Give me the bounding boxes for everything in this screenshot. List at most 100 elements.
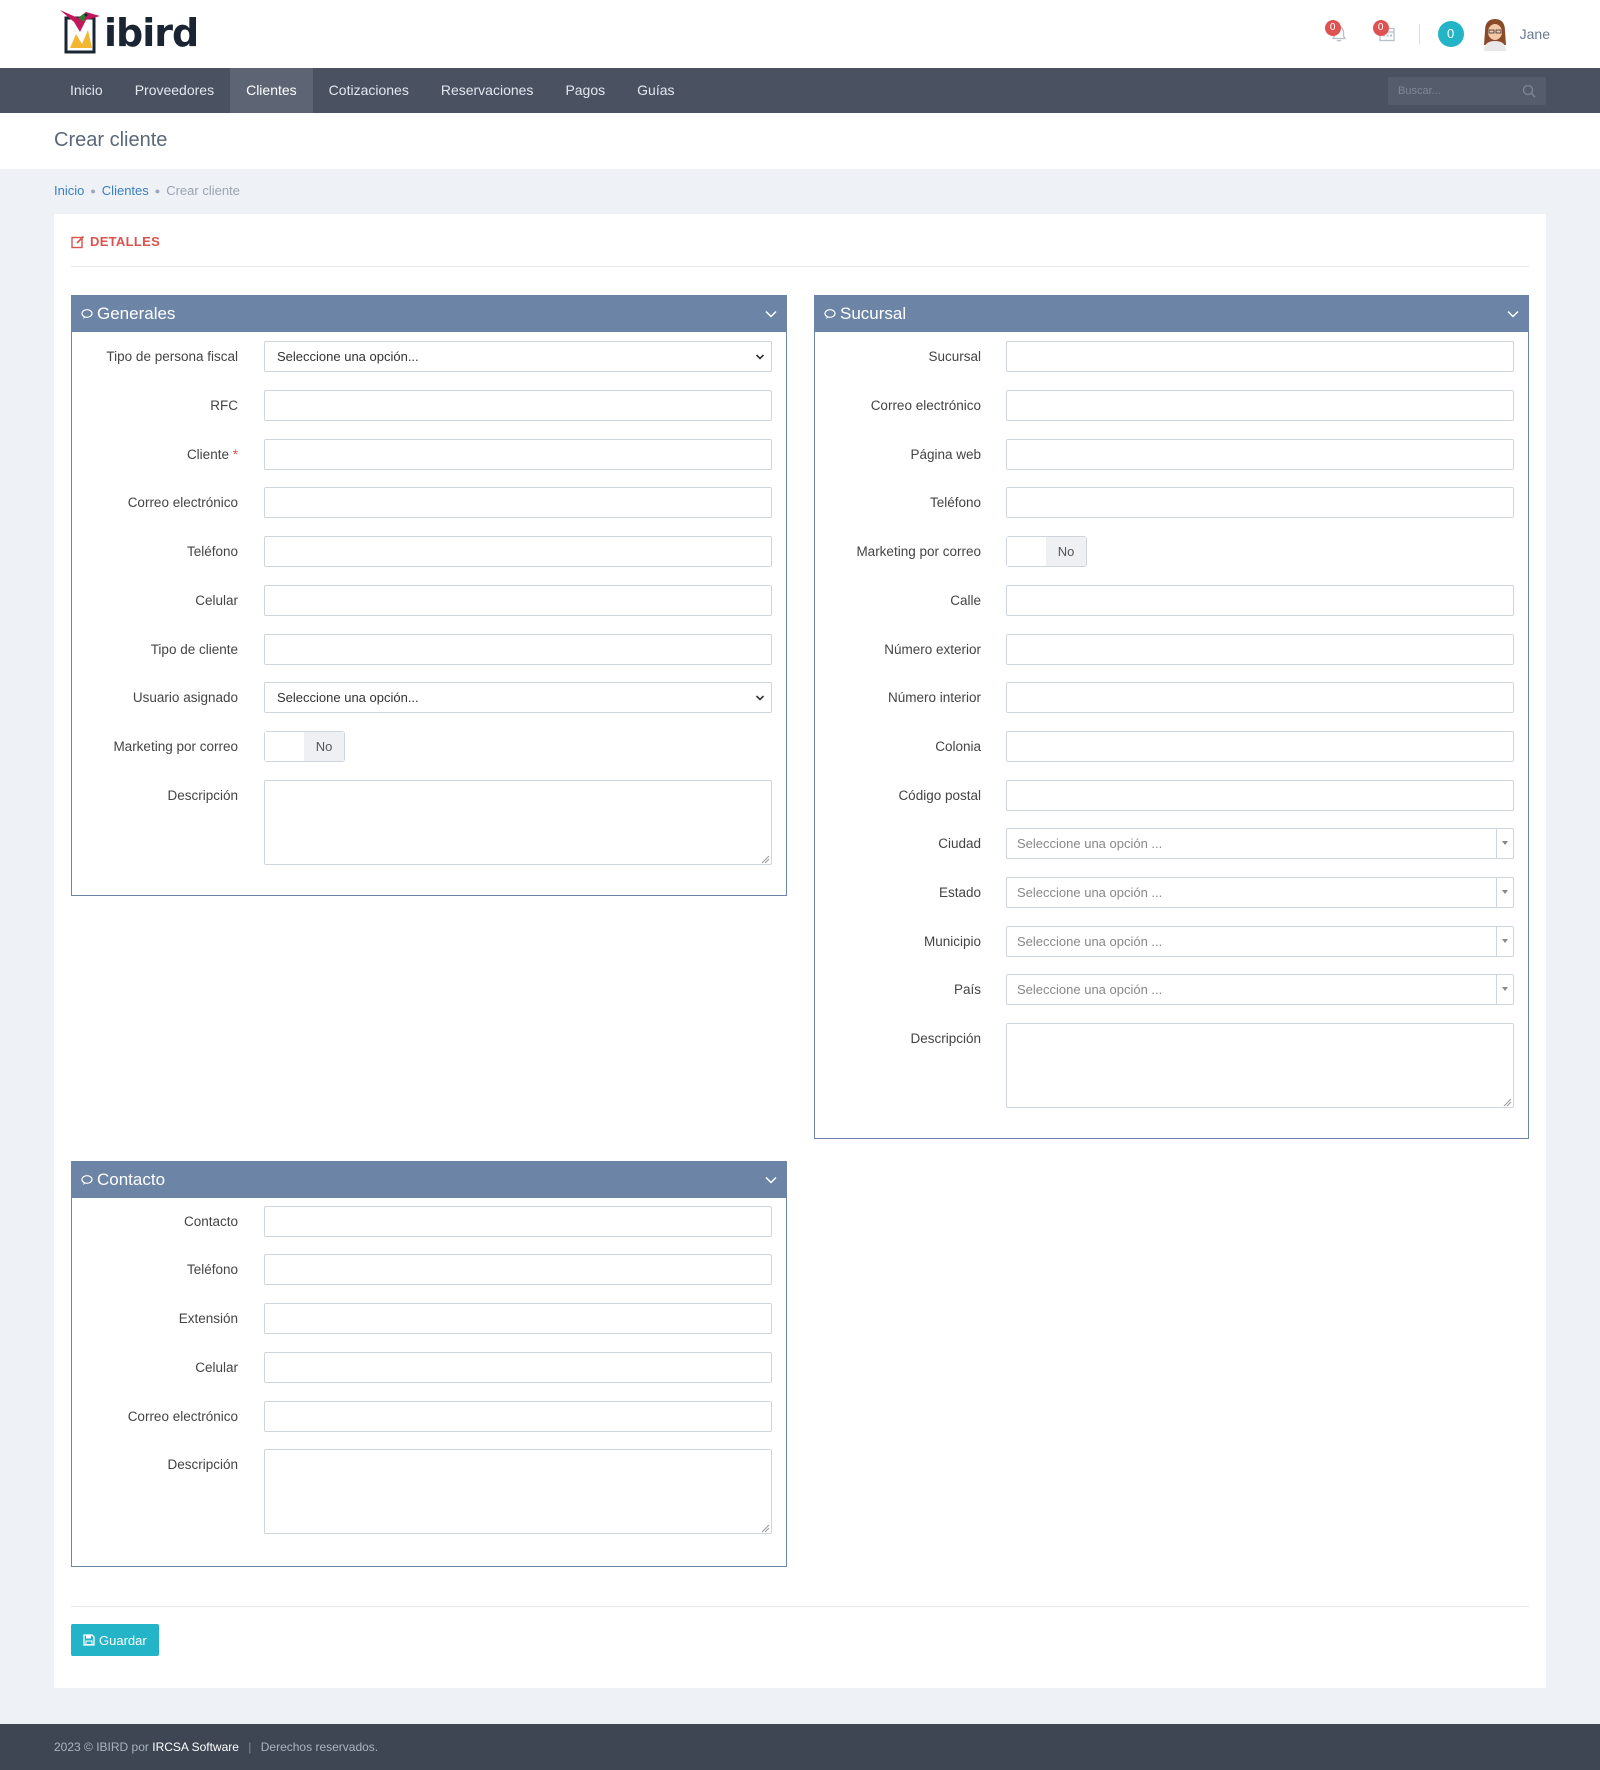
pagina-web-input[interactable] <box>1006 439 1514 470</box>
numero-interior-input[interactable] <box>1006 682 1514 713</box>
ciudad-label: Ciudad <box>938 836 981 851</box>
numero-exterior-input[interactable] <box>1006 634 1514 665</box>
cliente-input[interactable] <box>264 439 772 470</box>
ciudad-placeholder: Seleccione una opción ... <box>1017 836 1163 851</box>
sucursal-panel-title: Sucursal <box>840 304 907 323</box>
descripcion-label: Descripción <box>167 788 238 803</box>
nav-item-clientes[interactable]: Clientes <box>230 68 313 113</box>
usuario-selected: Seleccione una opción... <box>277 690 419 705</box>
nav-item-guias[interactable]: Guías <box>621 68 690 113</box>
sucursal-marketing-toggle[interactable]: No <box>1006 536 1087 567</box>
section-header: DETALLES <box>71 234 160 249</box>
footer: 2023 © IBIRD por IRCSA Software | Derech… <box>0 1724 1600 1770</box>
resize-handle-icon[interactable] <box>761 1524 770 1533</box>
contacto-label: Contacto <box>183 1214 238 1229</box>
form-row: Descripción <box>72 780 786 866</box>
form-row: Descripción <box>72 1449 786 1535</box>
chevron-down-icon[interactable] <box>764 307 778 321</box>
breadcrumb-inicio[interactable]: Inicio <box>54 183 84 198</box>
estado-label: Estado <box>938 885 981 900</box>
avatar[interactable] <box>1480 17 1510 51</box>
sucursal-correo-input[interactable] <box>1006 390 1514 421</box>
resize-handle-icon[interactable] <box>1503 1098 1512 1107</box>
municipio-select[interactable]: Seleccione una opción ... <box>1006 926 1514 957</box>
contacto-panel-title: Contacto <box>97 1170 166 1189</box>
telefono-label: Teléfono <box>186 544 238 559</box>
codigo-postal-input[interactable] <box>1006 780 1514 811</box>
pagina-web-label: Página web <box>910 447 981 462</box>
celular-input[interactable] <box>264 585 772 616</box>
resize-handle-icon[interactable] <box>761 855 770 864</box>
username[interactable]: Jane <box>1520 26 1550 42</box>
footer-brand-link[interactable]: IRCSA Software <box>152 1740 239 1754</box>
form-row: Calle <box>815 585 1528 617</box>
tipo-cliente-label: Tipo de cliente <box>150 642 238 657</box>
estado-select[interactable]: Seleccione una opción ... <box>1006 877 1514 908</box>
tipo-persona-select[interactable]: Seleccione una opción... <box>264 341 772 372</box>
breadcrumb-current: Crear cliente <box>166 183 240 198</box>
save-button-label: Guardar <box>99 1632 147 1648</box>
pais-select[interactable]: Seleccione una opción ... <box>1006 974 1514 1005</box>
breadcrumb-clientes[interactable]: Clientes <box>102 183 149 198</box>
logo[interactable]: ibird <box>56 4 199 56</box>
extension-input[interactable] <box>264 1303 772 1334</box>
required-marker: * <box>232 447 238 462</box>
sucursal-panel: Sucursal Sucursal Correo electrónico Pág… <box>814 295 1529 1139</box>
numero-interior-label: Número interior <box>887 690 981 705</box>
colonia-input[interactable] <box>1006 731 1514 762</box>
calle-input[interactable] <box>1006 585 1514 616</box>
logo-text: ibird <box>104 11 199 55</box>
sucursal-descripcion-textarea[interactable] <box>1006 1023 1514 1108</box>
form-row: Estado Seleccione una opción ... <box>815 877 1528 909</box>
correo-input[interactable] <box>264 487 772 518</box>
form-row: Marketing por correo No <box>72 731 786 763</box>
marketing-toggle[interactable]: No <box>264 731 345 762</box>
contacto-input[interactable] <box>264 1206 772 1237</box>
nav-item-inicio[interactable]: Inicio <box>54 68 119 113</box>
contacto-celular-input[interactable] <box>264 1352 772 1383</box>
search-input[interactable] <box>1388 77 1508 105</box>
form-row: Correo electrónico <box>72 1401 786 1433</box>
chevron-down-icon <box>755 695 765 701</box>
notifications-button[interactable]: 0 <box>1321 16 1357 52</box>
telefono-input[interactable] <box>264 536 772 567</box>
rfc-input[interactable] <box>264 390 772 421</box>
save-button[interactable]: Guardar <box>71 1624 159 1656</box>
contacto-panel-header[interactable]: Contacto <box>72 1162 786 1198</box>
toggle-knob <box>1007 537 1047 566</box>
tipo-cliente-input[interactable] <box>264 634 772 665</box>
form-row: Teléfono <box>72 1254 786 1286</box>
sucursal-telefono-input[interactable] <box>1006 487 1514 518</box>
contacto-descripcion-textarea[interactable] <box>264 1449 772 1534</box>
calendar-button[interactable]: 0 <box>1369 16 1405 52</box>
nav-item-reservaciones[interactable]: Reservaciones <box>425 68 550 113</box>
marketing-label: Marketing por correo <box>113 739 238 754</box>
pais-label: País <box>953 982 981 997</box>
footer-text: 2023 © IBIRD por IRCSA Software | Derech… <box>54 1740 378 1754</box>
contacto-telefono-label: Teléfono <box>186 1262 238 1277</box>
cliente-label: Cliente * <box>72 447 238 462</box>
colonia-label: Colonia <box>935 739 981 754</box>
contacto-descripcion-label: Descripción <box>167 1457 238 1472</box>
contacto-correo-input[interactable] <box>264 1401 772 1432</box>
nav-item-pagos[interactable]: Pagos <box>549 68 621 113</box>
contacto-telefono-input[interactable] <box>264 1254 772 1285</box>
nav-item-proveedores[interactable]: Proveedores <box>119 68 230 113</box>
cliente-label-text: Cliente <box>186 447 229 462</box>
calle-label: Calle <box>950 593 981 608</box>
sucursal-panel-header[interactable]: Sucursal <box>815 296 1528 332</box>
sucursal-correo-label: Correo electrónico <box>870 398 981 413</box>
footer-copyright: 2023 © IBIRD por <box>54 1740 149 1754</box>
ciudad-select[interactable]: Seleccione una opción ... <box>1006 828 1514 859</box>
tipo-persona-label: Tipo de persona fiscal <box>106 349 238 364</box>
sucursal-input[interactable] <box>1006 341 1514 372</box>
search-icon[interactable] <box>1522 84 1536 98</box>
nav-item-cotizaciones[interactable]: Cotizaciones <box>313 68 425 113</box>
chevron-down-icon[interactable] <box>1506 307 1520 321</box>
descripcion-textarea[interactable] <box>264 780 772 865</box>
breadcrumb: Inicio ● Clientes ● Crear cliente <box>54 183 240 198</box>
usuario-select[interactable]: Seleccione una opción... <box>264 682 772 713</box>
chevron-down-icon[interactable] <box>764 1173 778 1187</box>
chat-badge[interactable]: 0 <box>1437 21 1464 47</box>
generales-panel-header[interactable]: Generales <box>72 296 786 332</box>
